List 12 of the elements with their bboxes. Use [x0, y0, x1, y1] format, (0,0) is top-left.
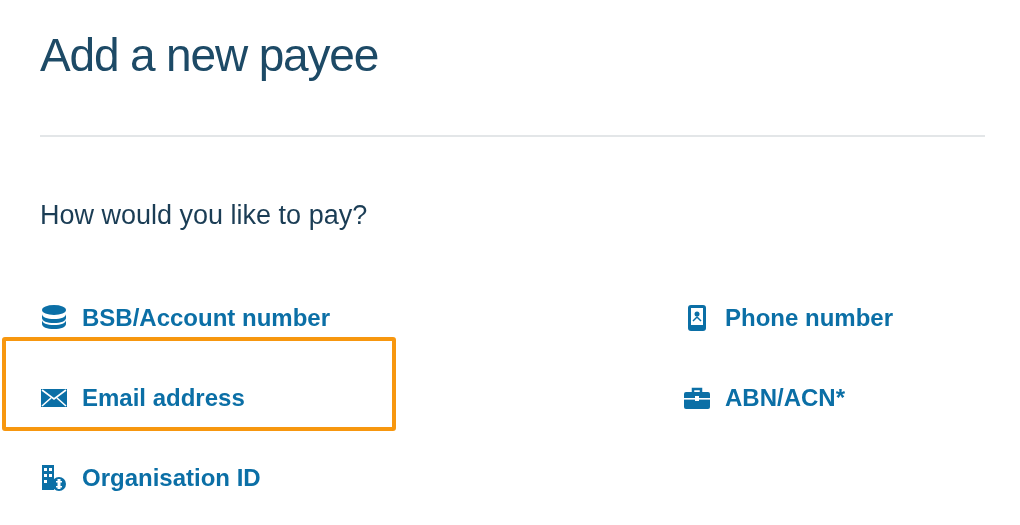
page-title: Add a new payee	[40, 28, 379, 83]
building-money-icon	[41, 464, 67, 492]
payment-option-link[interactable]: ABN/ACN*	[725, 383, 845, 413]
envelope-icon	[41, 389, 67, 407]
briefcase-icon	[684, 387, 710, 409]
payment-option-link[interactable]: Email address	[82, 383, 245, 413]
section-heading: How would you like to pay?	[40, 199, 368, 232]
smartphone-icon	[687, 304, 707, 332]
payment-option-link[interactable]: Phone number	[725, 303, 893, 333]
payment-option-link[interactable]: BSB/Account number	[82, 303, 330, 333]
payment-option-link[interactable]: Organisation ID	[82, 463, 261, 493]
coins-icon	[40, 305, 68, 331]
